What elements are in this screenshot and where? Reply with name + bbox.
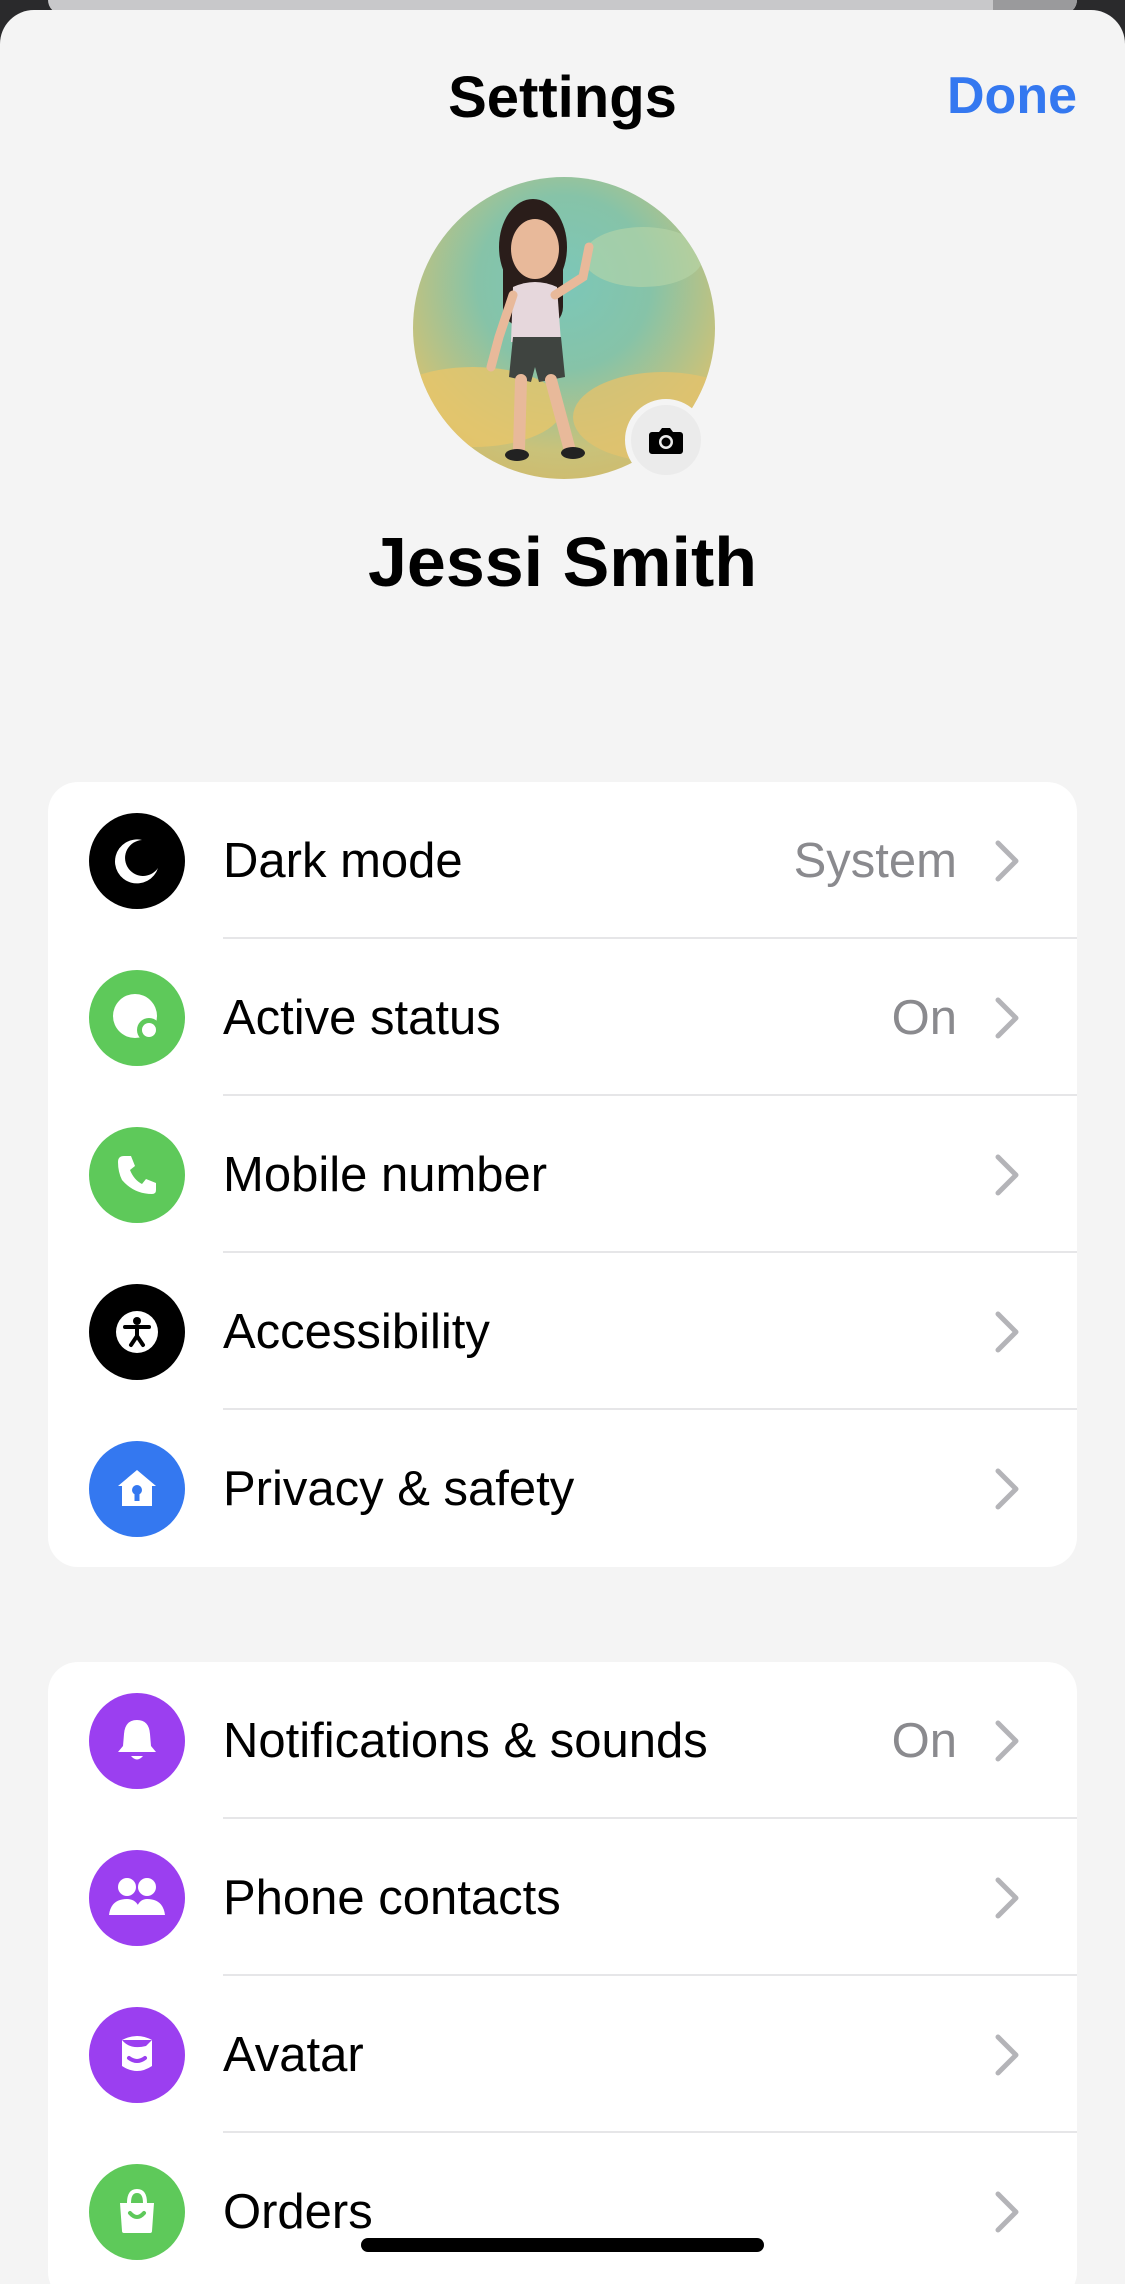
chevron-right-icon <box>995 1311 1019 1352</box>
profile-photo-container[interactable] <box>413 177 715 481</box>
active-status-row[interactable]: Active status On <box>48 939 1077 1096</box>
dark-mode-row[interactable]: Dark mode System <box>48 782 1077 939</box>
avatar-row[interactable]: Avatar <box>48 1976 1077 2133</box>
dark-mode-value: System <box>793 833 957 888</box>
accessibility-icon <box>89 1284 185 1380</box>
dark-mode-label: Dark mode <box>223 833 463 888</box>
done-button[interactable]: Done <box>947 66 1077 126</box>
shopping-bag-icon <box>89 2164 185 2260</box>
active-status-label: Active status <box>223 990 501 1045</box>
chevron-right-icon <box>995 840 1019 881</box>
chevron-right-icon <box>995 1720 1019 1761</box>
bell-icon <box>89 1693 185 1789</box>
phone-icon <box>89 1127 185 1223</box>
privacy-safety-row[interactable]: Privacy & safety <box>48 1410 1077 1567</box>
chevron-right-icon <box>995 997 1019 1038</box>
chevron-right-icon <box>995 1154 1019 1195</box>
privacy-safety-label: Privacy & safety <box>223 1461 575 1516</box>
phone-contacts-row[interactable]: Phone contacts <box>48 1819 1077 1976</box>
profile-name: Jessi Smith <box>367 523 758 601</box>
chevron-right-icon <box>995 2034 1019 2075</box>
chevron-right-icon <box>995 2191 1019 2232</box>
change-photo-button[interactable] <box>625 399 707 481</box>
mobile-number-label: Mobile number <box>223 1147 548 1202</box>
contacts-icon <box>89 1850 185 1946</box>
settings-group-preferences: Notifications & sounds On Phone contacts <box>48 1662 1077 2284</box>
privacy-house-icon <box>89 1441 185 1537</box>
camera-icon <box>649 428 683 454</box>
accessibility-label: Accessibility <box>223 1304 490 1359</box>
settings-sheet: Settings Done Jessi Smith Dark mode Syst… <box>0 10 1125 2284</box>
active-status-icon <box>89 970 185 1066</box>
chevron-right-icon <box>995 1468 1019 1509</box>
phone-contacts-label: Phone contacts <box>223 1870 561 1925</box>
avatar-icon <box>89 2007 185 2103</box>
notifications-sounds-label: Notifications & sounds <box>223 1713 708 1768</box>
accessibility-row[interactable]: Accessibility <box>48 1253 1077 1410</box>
active-status-value: On <box>891 990 957 1045</box>
settings-group-general: Dark mode System Active status On Mobile… <box>48 782 1077 1567</box>
orders-label: Orders <box>223 2184 373 2239</box>
chevron-right-icon <box>995 1877 1019 1918</box>
home-indicator[interactable] <box>361 2238 764 2252</box>
mobile-number-row[interactable]: Mobile number <box>48 1096 1077 1253</box>
avatar-label: Avatar <box>223 2027 364 2082</box>
notifications-sounds-value: On <box>891 1713 957 1768</box>
orders-row[interactable]: Orders <box>48 2133 1077 2284</box>
notifications-sounds-row[interactable]: Notifications & sounds On <box>48 1662 1077 1819</box>
moon-icon <box>89 813 185 909</box>
